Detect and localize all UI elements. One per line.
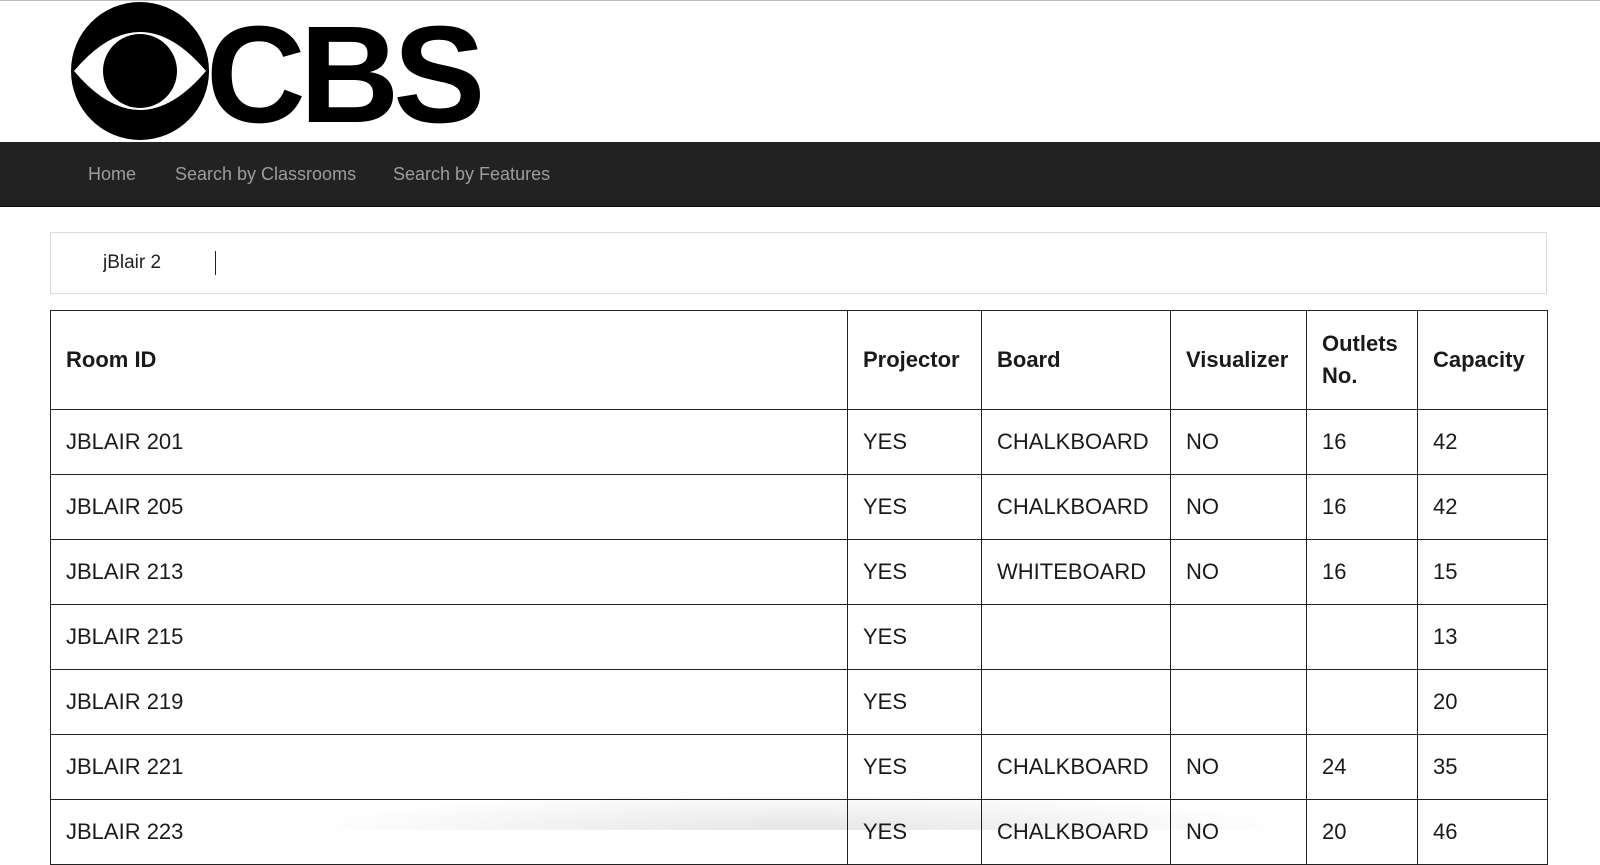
nav-search-by-classrooms[interactable]: Search by Classrooms [175, 142, 356, 206]
cell-board: CHALKBOARD [981, 799, 1171, 865]
cell-room-id: JBLAIR 223 [50, 799, 848, 865]
cell-projector: YES [847, 799, 982, 865]
table-row: JBLAIR 221 YES CHALKBOARD NO 24 35 [50, 734, 1548, 800]
nav-search-by-features[interactable]: Search by Features [393, 142, 550, 206]
header-projector[interactable]: Projector [847, 310, 982, 410]
cell-visualizer: NO [1170, 734, 1307, 800]
cell-room-id: JBLAIR 201 [50, 409, 848, 475]
cell-outlets: 16 [1306, 539, 1418, 605]
cell-outlets: 24 [1306, 734, 1418, 800]
header-board[interactable]: Board [981, 310, 1171, 410]
cell-room-id: JBLAIR 215 [50, 604, 848, 670]
cell-visualizer: NO [1170, 799, 1307, 865]
header-visualizer[interactable]: Visualizer [1170, 310, 1307, 410]
cell-room-id: JBLAIR 221 [50, 734, 848, 800]
cell-projector: YES [847, 669, 982, 735]
cell-outlets: 16 [1306, 409, 1418, 475]
cell-visualizer: NO [1170, 539, 1307, 605]
nav-home[interactable]: Home [88, 142, 136, 206]
cell-room-id: JBLAIR 213 [50, 539, 848, 605]
cell-capacity: 20 [1417, 669, 1548, 735]
cell-outlets [1306, 604, 1418, 670]
header-room-id[interactable]: Room ID [50, 310, 848, 410]
cell-projector: YES [847, 734, 982, 800]
cell-board: CHALKBOARD [981, 409, 1171, 475]
cell-capacity: 42 [1417, 474, 1548, 540]
cell-visualizer [1170, 669, 1307, 735]
text-caret [215, 251, 216, 275]
cell-capacity: 13 [1417, 604, 1548, 670]
cell-projector: YES [847, 409, 982, 475]
cell-capacity: 35 [1417, 734, 1548, 800]
cell-visualizer [1170, 604, 1307, 670]
header-outlets[interactable]: Outlets No. [1306, 310, 1418, 410]
cell-board [981, 604, 1171, 670]
cell-visualizer: NO [1170, 474, 1307, 540]
table-row: JBLAIR 213 YES WHITEBOARD NO 16 15 [50, 539, 1548, 605]
cell-outlets: 16 [1306, 474, 1418, 540]
cell-room-id: JBLAIR 205 [50, 474, 848, 540]
table-row: JBLAIR 223 YES CHALKBOARD NO 20 46 [50, 799, 1548, 865]
cell-board: CHALKBOARD [981, 474, 1171, 540]
cell-board [981, 669, 1171, 735]
cell-board: WHITEBOARD [981, 539, 1171, 605]
cell-capacity: 15 [1417, 539, 1548, 605]
table-row: JBLAIR 201 YES CHALKBOARD NO 16 42 [50, 409, 1548, 475]
search-box [50, 232, 1547, 294]
cell-capacity: 42 [1417, 409, 1548, 475]
rooms-table: Room ID Projector Board Visualizer Outle… [50, 310, 1548, 865]
cell-projector: YES [847, 604, 982, 670]
table-header-row: Room ID Projector Board Visualizer Outle… [50, 310, 1548, 410]
cell-visualizer: NO [1170, 409, 1307, 475]
table-row: JBLAIR 205 YES CHALKBOARD NO 16 42 [50, 474, 1548, 540]
table-row: JBLAIR 219 YES 20 [50, 669, 1548, 735]
table-row: JBLAIR 215 YES 13 [50, 604, 1548, 670]
cell-projector: YES [847, 539, 982, 605]
header-capacity[interactable]: Capacity [1417, 310, 1548, 410]
site-header: CBS [0, 0, 1600, 152]
search-input[interactable] [52, 234, 1545, 292]
cell-room-id: JBLAIR 219 [50, 669, 848, 735]
logo-text: CBS [206, 0, 485, 152]
cbs-eye-logo-icon [71, 2, 209, 140]
cell-outlets [1306, 669, 1418, 735]
main-navbar: Home Search by Classrooms Search by Feat… [0, 142, 1600, 207]
cell-capacity: 46 [1417, 799, 1548, 865]
cell-projector: YES [847, 474, 982, 540]
cbs-logo[interactable]: CBS [71, 0, 531, 152]
cell-board: CHALKBOARD [981, 734, 1171, 800]
cell-outlets: 20 [1306, 799, 1418, 865]
